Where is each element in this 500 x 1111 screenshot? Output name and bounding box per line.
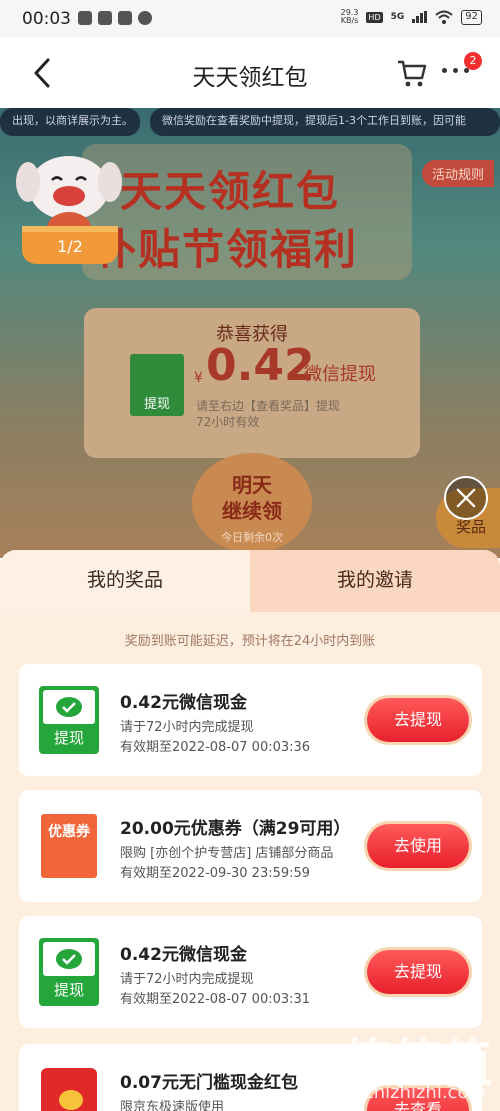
coupon-icon-text: 优惠券 bbox=[48, 824, 90, 840]
coupon-icon: 优惠券 bbox=[41, 814, 97, 878]
status-right: 29.3 KB/s HD 5G 92 bbox=[341, 9, 482, 25]
prize-amount: 0.42 bbox=[206, 340, 315, 391]
prize-note-line: 72小时有效 bbox=[196, 415, 260, 429]
item-subtitle: 限购 [亦创个护专营店] 店铺部分商品 bbox=[120, 846, 334, 861]
withdraw-button[interactable]: 去提现 bbox=[367, 950, 469, 994]
message-badge: 2 bbox=[464, 52, 482, 70]
announcement-marquee: 出现，以商详展示为主。 微信奖励在查看奖励中提现，提现后1-3个工作日到账，因可… bbox=[0, 108, 500, 136]
item-expiry: 有效期至2022-08-07 00:03:31 bbox=[120, 992, 311, 1007]
signal-icon bbox=[412, 11, 428, 23]
prize-icon-label: 提现 bbox=[143, 397, 170, 412]
wechat-cash-icon: 提现 bbox=[130, 354, 184, 416]
marquee-item: 微信奖励在查看奖励中提现，提现后1-3个工作日到账，因可能 bbox=[150, 108, 500, 136]
site-watermark-url: zhizhizhi.com bbox=[364, 1082, 486, 1103]
app-notification-icon bbox=[138, 11, 152, 25]
rules-button[interactable]: 活动规则 bbox=[421, 160, 494, 187]
delay-notice: 奖励到账可能延迟，预计将在24小时内到账 bbox=[124, 634, 376, 649]
mascot-progress: 1/2 bbox=[22, 226, 118, 264]
continue-line2: 继续领 bbox=[222, 499, 282, 523]
cart-icon[interactable] bbox=[396, 58, 428, 88]
continue-line1: 明天 bbox=[232, 473, 272, 497]
app-notification-icon bbox=[118, 11, 132, 25]
more-icon[interactable] bbox=[442, 68, 472, 78]
prize-currency: ¥ bbox=[194, 370, 203, 386]
item-expiry: 有效期至2022-08-07 00:03:36 bbox=[120, 740, 311, 755]
use-coupon-button[interactable]: 去使用 bbox=[367, 824, 469, 868]
item-expiry: 有效期至2022-09-30 23:59:59 bbox=[120, 866, 311, 881]
prize-type: 微信提现 bbox=[304, 364, 376, 385]
prize-item-wechat-cash: 提现 0.42元微信现金 请于72小时内完成提现 有效期至2022-08-07 … bbox=[19, 664, 482, 776]
status-time: 00:03 bbox=[22, 9, 71, 29]
icon-label: 提现 bbox=[53, 729, 84, 747]
item-title: 0.07元无门槛现金红包 bbox=[120, 1073, 298, 1093]
close-icon[interactable] bbox=[444, 476, 488, 520]
wechat-notification-icon bbox=[78, 11, 92, 25]
hd-icon: HD bbox=[366, 11, 383, 23]
red-packet-icon bbox=[41, 1068, 97, 1111]
event-background: 出现，以商详展示为主。 微信奖励在查看奖励中提现，提现后1-3个工作日到账，因可… bbox=[0, 108, 500, 558]
wifi-icon bbox=[435, 10, 453, 24]
status-bar: 00:03 29.3 KB/s HD 5G 92 bbox=[0, 0, 500, 38]
item-title: 20.00元优惠券（满29可用） bbox=[120, 819, 351, 839]
item-subtitle: 请于72小时内完成提现 bbox=[120, 972, 254, 987]
notification-icons bbox=[78, 11, 152, 25]
network-type: 5G bbox=[390, 12, 405, 22]
wechat-cash-icon: 提现 bbox=[39, 686, 99, 754]
remaining-count: 今日剩余0次 bbox=[221, 531, 283, 544]
prize-note-line: 请至右边【查看奖品】提现 bbox=[196, 399, 341, 413]
hero-title: 天天领红包 bbox=[120, 167, 341, 216]
wechat-cash-icon: 提现 bbox=[39, 938, 99, 1006]
app-notification-icon bbox=[98, 11, 112, 25]
tab-my-prizes[interactable]: 我的奖品 bbox=[0, 550, 250, 612]
prize-item-coupon: 优惠券 20.00元优惠券（满29可用） 限购 [亦创个护专营店] 店铺部分商品… bbox=[19, 790, 482, 902]
network-speed: 29.3 KB/s bbox=[341, 9, 359, 25]
nav-bar: 天天领红包 2 bbox=[0, 38, 500, 108]
prize-note: 请至右边【查看奖品】提现 72小时有效 bbox=[196, 398, 340, 430]
hero-subtitle: 补贴节领福利 bbox=[94, 225, 359, 274]
coin-icon bbox=[59, 1090, 83, 1110]
tab-my-invites[interactable]: 我的邀请 bbox=[250, 550, 500, 612]
prize-item-wechat-cash: 提现 0.42元微信现金 请于72小时内完成提现 有效期至2022-08-07 … bbox=[19, 916, 482, 1028]
item-subtitle: 限京东极速版使用 bbox=[120, 1100, 225, 1111]
battery-icon: 92 bbox=[461, 9, 482, 25]
network-speed-unit: KB/s bbox=[340, 16, 359, 25]
marquee-item: 出现，以商详展示为主。 bbox=[0, 108, 140, 136]
item-subtitle: 请于72小时内完成提现 bbox=[120, 720, 254, 735]
withdraw-button[interactable]: 去提现 bbox=[367, 698, 469, 742]
prize-card: 恭喜获得 提现 ¥ 0.42 微信提现 请至右边【查看奖品】提现 72小时有效 bbox=[84, 308, 420, 458]
icon-label: 优惠券 bbox=[41, 824, 97, 840]
icon-label: 提现 bbox=[53, 981, 84, 999]
item-title: 0.42元微信现金 bbox=[120, 693, 247, 713]
item-title: 0.42元微信现金 bbox=[120, 945, 247, 965]
continue-tomorrow-button[interactable]: 明天 继续领 今日剩余0次 bbox=[192, 453, 312, 553]
